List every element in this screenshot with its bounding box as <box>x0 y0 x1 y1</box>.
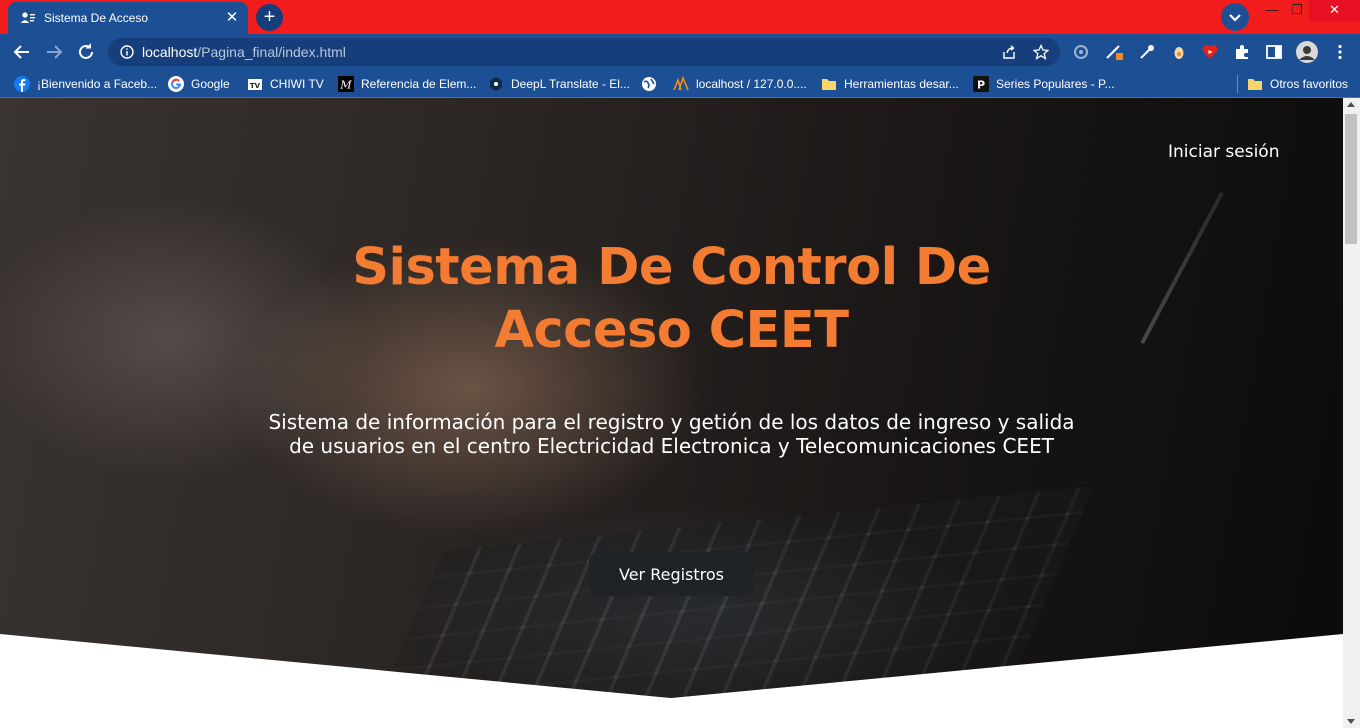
svg-text:M: M <box>339 79 352 92</box>
bookmark-label: ¡Bienvenido a Faceb... <box>37 77 158 91</box>
bookmark-label: Referencia de Elem... <box>361 77 477 91</box>
scroll-up-icon[interactable] <box>1347 102 1355 107</box>
browser-toolbar: localhost/Pagina_final/index.html <box>0 34 1360 70</box>
extension-eyedropper-icon[interactable] <box>1138 43 1156 61</box>
window-close-button[interactable]: ✕ <box>1309 0 1360 22</box>
profile-avatar[interactable] <box>1296 41 1318 63</box>
folder-icon <box>822 79 836 90</box>
tab-close-icon[interactable]: ✕ <box>224 10 240 26</box>
hero-laptop-edge <box>1140 192 1224 344</box>
user-list-icon <box>20 12 35 23</box>
bookmark-label: localhost / 127.0.0.... <box>696 77 807 91</box>
mdn-icon: M <box>338 76 354 92</box>
phpmyadmin-icon <box>673 76 689 91</box>
extension-youtube-icon[interactable] <box>1201 43 1219 61</box>
bookmark-chiwi-tv[interactable]: TV CHIWI TV <box>247 75 324 93</box>
svg-text:P: P <box>977 79 985 92</box>
kebab-menu-icon[interactable] <box>1331 43 1349 61</box>
page-scrollbar[interactable] <box>1343 98 1360 728</box>
tab-search-button[interactable] <box>1221 3 1249 31</box>
bookmark-label: DeepL Translate - El... <box>511 77 630 91</box>
tab-title: Sistema De Acceso <box>44 11 149 25</box>
bookmark-mdn[interactable]: M Referencia de Elem... <box>338 75 476 93</box>
forward-icon[interactable] <box>43 41 65 63</box>
extension-spiral-icon[interactable] <box>1072 43 1090 61</box>
address-bar[interactable]: localhost/Pagina_final/index.html <box>108 38 1060 66</box>
other-bookmarks-label: Otros favoritos <box>1270 77 1349 91</box>
bookmarks-bar: ¡Bienvenido a Faceb... Google TV CHIWI T… <box>0 70 1360 98</box>
bookmarks-separator <box>1237 75 1238 93</box>
hero-keyboard-image <box>366 486 1094 698</box>
scrollbar-thumb[interactable] <box>1345 114 1357 244</box>
facebook-icon <box>14 76 30 92</box>
bookmark-deepl[interactable]: DeepL Translate - El... <box>488 75 630 93</box>
p-icon: P <box>973 76 989 92</box>
active-tab[interactable]: Sistema De Acceso ✕ <box>8 2 248 34</box>
view-records-button[interactable]: Ver Registros <box>589 552 754 596</box>
svg-text:TV: TV <box>250 82 261 90</box>
hero-description: Sistema de información para el registro … <box>268 410 1075 458</box>
other-bookmarks[interactable]: Otros favoritos <box>1247 75 1348 93</box>
url-text: localhost/Pagina_final/index.html <box>142 44 346 60</box>
extension-egg-icon[interactable] <box>1170 43 1188 61</box>
puzzle-icon[interactable] <box>1233 43 1251 61</box>
scroll-down-icon[interactable] <box>1347 719 1355 724</box>
globe-icon <box>642 77 656 91</box>
reload-icon[interactable] <box>75 41 97 63</box>
new-tab-button[interactable]: + <box>256 4 283 31</box>
bookmark-globe[interactable] <box>641 75 664 93</box>
tab-strip: Sistema De Acceso ✕ + — ❐ ✕ <box>0 0 1360 34</box>
bookmark-label: Herramientas desar... <box>844 77 959 91</box>
bookmark-series[interactable]: P Series Populares - P... <box>973 75 1115 93</box>
url-path: /Pagina_final/index.html <box>197 44 346 60</box>
extension-pen-icon[interactable] <box>1105 43 1123 61</box>
bookmark-google[interactable]: Google <box>168 75 230 93</box>
page-viewport: Iniciar sesión Sistema De Control De Acc… <box>0 98 1343 728</box>
login-link[interactable]: Iniciar sesión <box>1168 142 1279 162</box>
back-icon[interactable] <box>11 41 33 63</box>
restore-button[interactable]: ❐ <box>1286 0 1308 22</box>
tv-icon: TV <box>248 79 262 90</box>
bookmark-herramientas[interactable]: Herramientas desar... <box>821 75 959 93</box>
hero-section <box>0 98 1343 698</box>
folder-icon <box>1248 79 1262 90</box>
info-icon[interactable] <box>120 45 134 59</box>
bookmark-localhost[interactable]: localhost / 127.0.0.... <box>673 75 807 93</box>
google-icon <box>168 76 184 92</box>
page-title: Sistema De Control De Acceso CEET <box>352 238 991 360</box>
chevron-down-icon <box>1229 14 1241 22</box>
bookmark-label: Series Populares - P... <box>996 77 1115 91</box>
bookmark-label: CHIWI TV <box>270 77 324 91</box>
star-icon[interactable] <box>1033 44 1049 60</box>
url-host: localhost <box>142 44 198 60</box>
share-icon[interactable] <box>1001 44 1017 60</box>
minimize-button[interactable]: — <box>1258 0 1286 22</box>
side-panel-icon[interactable] <box>1265 43 1283 61</box>
bookmark-label: Google <box>191 77 230 91</box>
bookmark-facebook[interactable]: ¡Bienvenido a Faceb... <box>14 75 157 93</box>
deepl-icon <box>490 77 502 91</box>
